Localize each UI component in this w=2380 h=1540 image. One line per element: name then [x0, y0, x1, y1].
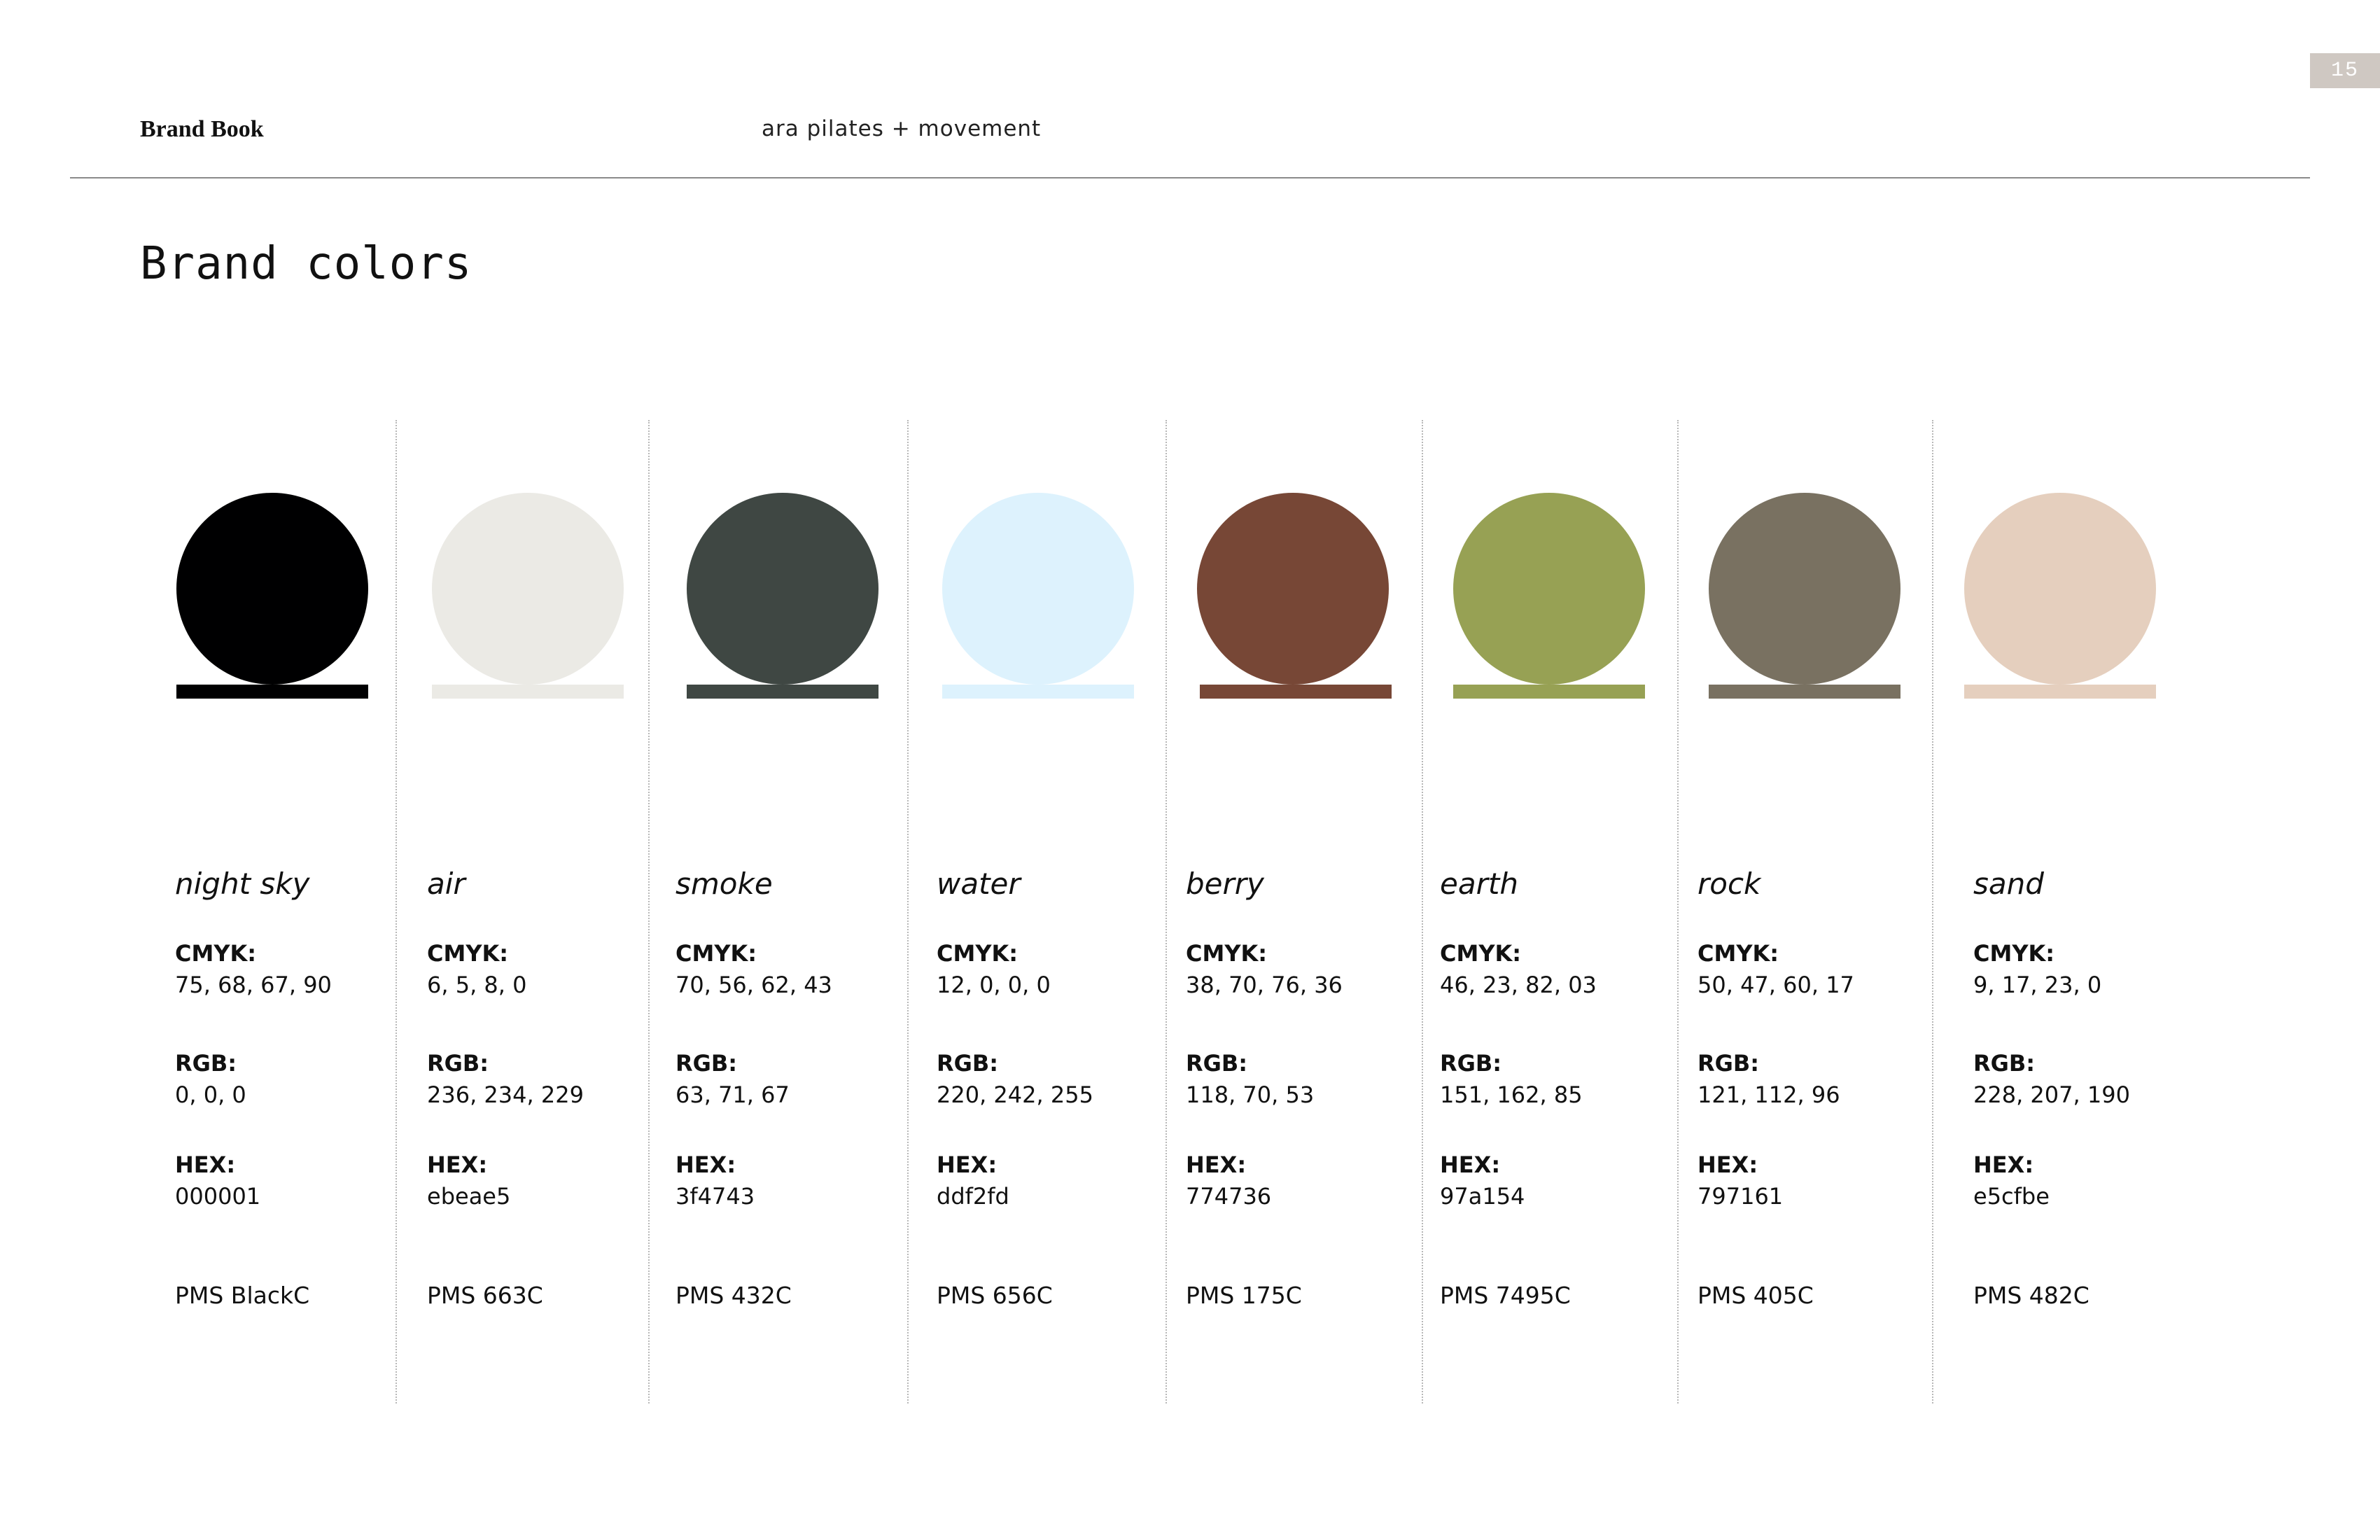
column-divider [1422, 420, 1423, 1404]
color-swatch-bar [176, 685, 368, 699]
hex-value: 797161 [1698, 1183, 1784, 1210]
page-title: Brand colors [140, 238, 472, 290]
color-swatch-circle [432, 493, 624, 685]
rgb-label: RGB: [1973, 1050, 2036, 1077]
rgb-value: 118, 70, 53 [1186, 1082, 1315, 1108]
rgb-value: 63, 71, 67 [676, 1082, 790, 1108]
cmyk-value: 9, 17, 23, 0 [1973, 972, 2102, 998]
color-swatch-circle [1709, 493, 1900, 685]
pms-value: PMS 405C [1698, 1282, 1814, 1309]
rgb-label: RGB: [1440, 1050, 1502, 1077]
cmyk-label: CMYK: [1440, 940, 1522, 967]
color-name: water [937, 867, 1021, 901]
hex-label: HEX: [1440, 1152, 1501, 1178]
cmyk-value: 50, 47, 60, 17 [1698, 972, 1854, 998]
column-divider [1677, 420, 1679, 1404]
color-swatch-bar [1709, 685, 1900, 699]
hex-value: e5cfbe [1973, 1183, 2050, 1210]
rgb-value: 121, 112, 96 [1698, 1082, 1840, 1108]
cmyk-label: CMYK: [1973, 940, 2055, 967]
color-name: rock [1698, 867, 1761, 901]
column-divider [396, 420, 397, 1404]
color-swatch-bar [1453, 685, 1645, 699]
cmyk-label: CMYK: [676, 940, 757, 967]
rgb-label: RGB: [1186, 1050, 1248, 1077]
cmyk-value: 12, 0, 0, 0 [937, 972, 1051, 998]
color-name: berry [1186, 867, 1264, 901]
hex-label: HEX: [1186, 1152, 1247, 1178]
pms-value: PMS 663C [427, 1282, 543, 1309]
color-name: earth [1440, 867, 1518, 901]
rgb-label: RGB: [937, 1050, 999, 1077]
hex-label: HEX: [175, 1152, 236, 1178]
rgb-value: 151, 162, 85 [1440, 1082, 1583, 1108]
pms-value: PMS BlackC [175, 1282, 310, 1309]
rgb-label: RGB: [676, 1050, 738, 1077]
color-swatch-bar [687, 685, 878, 699]
rgb-value: 236, 234, 229 [427, 1082, 584, 1108]
hex-label: HEX: [1973, 1152, 2034, 1178]
cmyk-value: 6, 5, 8, 0 [427, 972, 527, 998]
color-swatch-bar [432, 685, 624, 699]
color-swatch-bar [942, 685, 1134, 699]
color-name: sand [1973, 867, 2044, 901]
color-swatch-circle [942, 493, 1134, 685]
pms-value: PMS 175C [1186, 1282, 1302, 1309]
pms-value: PMS 432C [676, 1282, 792, 1309]
pms-value: PMS 7495C [1440, 1282, 1571, 1309]
cmyk-label: CMYK: [427, 940, 509, 967]
cmyk-value: 46, 23, 82, 03 [1440, 972, 1597, 998]
cmyk-label: CMYK: [1186, 940, 1268, 967]
rgb-value: 0, 0, 0 [175, 1082, 246, 1108]
rgb-label: RGB: [427, 1050, 489, 1077]
column-divider [1166, 420, 1167, 1404]
color-name: night sky [175, 867, 310, 901]
cmyk-value: 70, 56, 62, 43 [676, 972, 832, 998]
rgb-label: RGB: [1698, 1050, 1760, 1077]
cmyk-value: 75, 68, 67, 90 [175, 972, 332, 998]
cmyk-value: 38, 70, 76, 36 [1186, 972, 1343, 998]
hex-label: HEX: [676, 1152, 736, 1178]
header-divider [70, 177, 2310, 178]
rgb-value: 228, 207, 190 [1973, 1082, 2130, 1108]
hex-value: 774736 [1186, 1183, 1272, 1210]
hex-label: HEX: [937, 1152, 997, 1178]
color-swatch-circle [1197, 493, 1389, 685]
hex-label: HEX: [1698, 1152, 1758, 1178]
hex-value: 3f4743 [676, 1183, 755, 1210]
column-divider [648, 420, 650, 1404]
color-swatch-circle [1964, 493, 2156, 685]
column-divider [1932, 420, 1933, 1404]
cmyk-label: CMYK: [1698, 940, 1779, 967]
cmyk-label: CMYK: [175, 940, 257, 967]
hex-value: 97a154 [1440, 1183, 1525, 1210]
rgb-label: RGB: [175, 1050, 237, 1077]
color-name: smoke [676, 867, 773, 901]
rgb-value: 220, 242, 255 [937, 1082, 1093, 1108]
color-swatch-circle [687, 493, 878, 685]
hex-label: HEX: [427, 1152, 488, 1178]
pms-value: PMS 656C [937, 1282, 1053, 1309]
brand-book-label: Brand Book [140, 116, 264, 142]
cmyk-label: CMYK: [937, 940, 1018, 967]
studio-name: ara pilates + movement [762, 116, 1042, 141]
color-swatch-bar [1964, 685, 2156, 699]
color-name: air [427, 867, 465, 901]
color-swatch-circle [1453, 493, 1645, 685]
hex-value: ebeae5 [427, 1183, 511, 1210]
column-divider [907, 420, 909, 1404]
pms-value: PMS 482C [1973, 1282, 2090, 1309]
hex-value: 000001 [175, 1183, 261, 1210]
page-number: 15 [2310, 53, 2380, 88]
color-swatch-circle [176, 493, 368, 685]
hex-value: ddf2fd [937, 1183, 1009, 1210]
color-swatch-bar [1200, 685, 1392, 699]
